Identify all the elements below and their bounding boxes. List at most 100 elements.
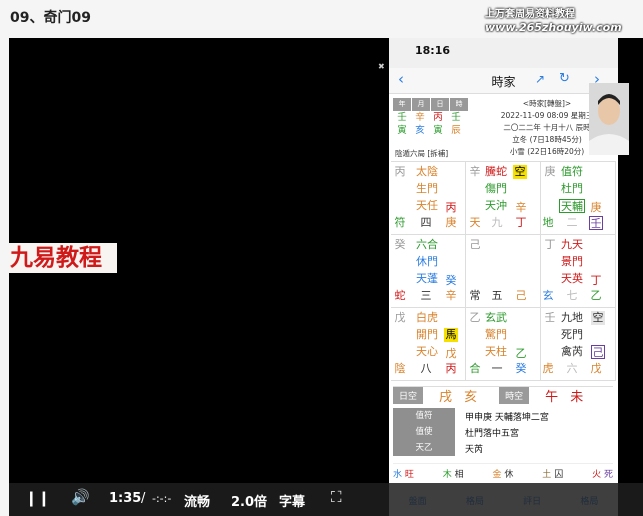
pillar-header: 日 [431, 98, 449, 111]
day-void-values: 戌 亥 [439, 390, 482, 405]
duration: -:-:- [152, 492, 172, 505]
cell-glyph: 天任 [416, 199, 438, 212]
fullscreen-icon[interactable]: ⛶ [331, 488, 342, 506]
cell-glyph: 天 [469, 216, 481, 229]
palace-cell[interactable]: 壬 九地 空 死門 禽芮 己 虎 六 戊 [541, 308, 616, 381]
cell-glyph: 玄武 [485, 311, 507, 324]
pillar-branch: 寅 [433, 125, 443, 136]
cell-glyph: 丙 [445, 201, 457, 214]
cell-glyph: 九地 [561, 311, 583, 324]
wuxing-state: 休 [504, 470, 514, 480]
palace-cell[interactable]: 辛 騰蛇 空 傷門 天沖 辛 天 九 丁 [466, 162, 541, 235]
cell-glyph: 蛇 [394, 289, 406, 302]
cell-glyph: 一 [491, 362, 503, 375]
page: 09、奇门09 九易教程 ✖ 18:16 ‹ 時家 ↗ ↻ › 年 月 日 時 [0, 0, 643, 516]
cell-glyph: 癸 [445, 274, 457, 287]
cell-glyph: 八 [420, 362, 432, 375]
cell-glyph: 乙 [590, 289, 602, 302]
void-bar: 日空 戌 亥 時空 午 未 [393, 386, 613, 405]
legend-key: 值使 [393, 423, 455, 440]
cell-glyph: 天英 [561, 272, 583, 285]
cell-glyph: 庚 [590, 201, 602, 214]
banner-text: 九易教程 [9, 243, 117, 273]
cell-glyph: 辛 [445, 289, 457, 302]
qimen-grid: 丙 太陰 生門 天任 丙 符 四 庚 辛 騰蛇 空 傷門 天沖 辛 天 九 丁 … [391, 161, 616, 417]
horse-badge: 馬 [444, 328, 458, 342]
cell-glyph: 己 [515, 289, 527, 302]
wuxing-element: 金 [492, 470, 502, 480]
cell-glyph: 傷門 [485, 182, 507, 195]
empty-badge: 空 [591, 311, 605, 325]
cell-glyph: 癸 [515, 362, 527, 375]
cell-glyph: 天柱 [485, 345, 507, 358]
palace-cell[interactable]: 戊 白虎 開門 馬 天心 戊 陰 八 丙 [391, 308, 466, 381]
palace-cell[interactable]: 丁 九天 景門 天英 丁 玄 七 乙 [541, 235, 616, 308]
palace-cell[interactable]: 庚 值符 杜門 天輔 庚 地 二 壬 [541, 162, 616, 235]
cell-glyph: 辛 [515, 201, 527, 214]
overlay-url: www.265zhouyiw.com [485, 21, 622, 34]
small-close-icon: ✖ [378, 62, 385, 71]
cell-glyph: 休門 [416, 255, 438, 268]
video-player[interactable]: 九易教程 ✖ 18:16 ‹ 時家 ↗ ↻ › 年 月 日 時 壬 辛 丙 壬 … [9, 38, 643, 516]
cell-glyph: 二 [566, 216, 578, 229]
day-void-label: 日空 [393, 387, 424, 404]
pillar-stem: 丙 [433, 112, 443, 123]
palace-cell[interactable]: 乙 玄武 驚門 天柱 乙 合 一 癸 [466, 308, 541, 381]
palace-cell[interactable]: 丙 太陰 生門 天任 丙 符 四 庚 [391, 162, 466, 235]
player-controls: ❙❙ 🔊 1:35 / -:-:- 流畅 2.0倍 字幕 ⛶ [9, 483, 643, 516]
pillar-branch: 亥 [415, 125, 425, 136]
status-time: 18:16 [415, 44, 451, 57]
hour-void-label: 時空 [499, 387, 530, 404]
pillar-branch: 寅 [397, 125, 407, 136]
cell-glyph: 戊 [590, 362, 602, 375]
palace-cell[interactable]: 己 常 五 己 [466, 235, 541, 308]
quality-button[interactable]: 流畅 [184, 491, 210, 510]
cell-glyph: 死門 [561, 328, 583, 341]
cell-glyph: 丁 [590, 274, 602, 287]
cell-glyph: 五 [491, 289, 503, 302]
speed-button[interactable]: 2.0倍 [231, 491, 267, 510]
wuxing-element: 水 [393, 470, 403, 480]
cell-glyph: 庚 [445, 216, 457, 229]
cell-glyph: 開門 [416, 328, 438, 341]
cell-glyph: 六 [566, 362, 578, 375]
cell-glyph: 九天 [561, 238, 583, 251]
cell-glyph: 七 [566, 289, 578, 302]
cell-glyph: 驚門 [485, 328, 507, 341]
refresh-icon[interactable]: ↻ [559, 71, 570, 86]
wuxing-state: 死 [603, 470, 613, 480]
wuxing-state: 旺 [404, 470, 414, 480]
share-icon[interactable]: ↗ [535, 72, 545, 86]
four-pillars: 年 月 日 時 壬 辛 丙 壬 寅 亥 寅 辰 [393, 98, 469, 137]
cell-glyph: 壬 [544, 311, 556, 324]
cell-glyph: 玄 [542, 289, 554, 302]
palace-cell[interactable]: 癸 六合 休門 天蓬 癸 蛇 三 辛 [391, 235, 466, 308]
legend-key: 天乙 [393, 439, 455, 456]
cell-glyph: 地 [542, 216, 554, 229]
person-icon [589, 83, 629, 155]
cell-glyph: 戊 [394, 311, 406, 324]
pillar-header: 時 [450, 98, 468, 111]
current-time: 1:35 [109, 491, 142, 506]
wuxing-element: 火 [592, 470, 602, 480]
volume-icon[interactable]: 🔊 [71, 488, 90, 506]
cell-glyph: 天沖 [485, 199, 507, 212]
cell-glyph: 白虎 [416, 311, 438, 324]
pillar-stem: 壬 [451, 112, 461, 123]
cell-glyph: 四 [420, 216, 432, 229]
wuxing-item: 火 死 [592, 467, 613, 480]
pillar-stem: 辛 [415, 112, 425, 123]
cell-glyph: 癸 [394, 238, 406, 251]
hour-void-values: 午 未 [545, 390, 588, 405]
legend-row: 值符 甲申庚 天輔落坤二宮 [393, 407, 613, 424]
cell-glyph: 庚 [544, 165, 556, 178]
pause-icon[interactable]: ❙❙ [25, 489, 50, 507]
pillar-header: 年 [393, 98, 411, 111]
cell-glyph: 符 [394, 216, 406, 229]
legend-value: 天芮 [465, 444, 484, 455]
legend-key: 值符 [393, 407, 455, 424]
cell-glyph: 景門 [561, 255, 583, 268]
cell-glyph: 陰 [394, 362, 406, 375]
pillar-branch: 辰 [451, 125, 461, 136]
subtitle-button[interactable]: 字幕 [279, 491, 305, 510]
